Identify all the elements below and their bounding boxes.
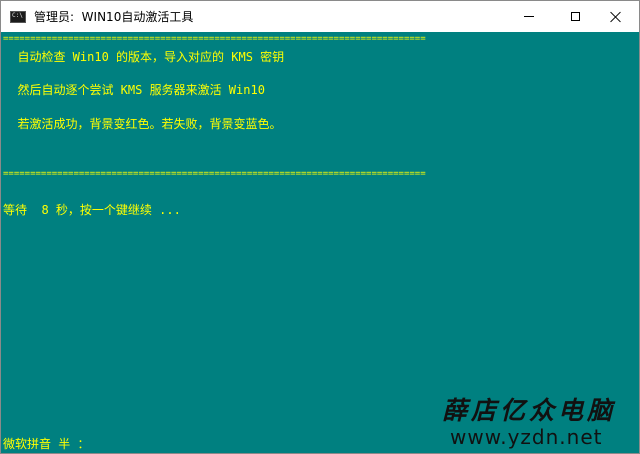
close-icon xyxy=(610,11,622,23)
close-button[interactable] xyxy=(593,1,639,32)
watermark-name: 薛店亿众电脑 xyxy=(442,396,617,425)
maximize-icon xyxy=(570,12,580,21)
separator-line-top: ========================================… xyxy=(3,34,426,44)
window-title: 管理员: WIN10自动激活工具 xyxy=(34,10,194,24)
wait-prompt: 等待 8 秒，按一个键继续 ... xyxy=(3,203,181,217)
command-prompt-icon[interactable] xyxy=(10,10,26,23)
watermark-url: www.yzdn.net xyxy=(450,425,603,449)
maximize-button[interactable] xyxy=(552,1,598,32)
minimize-icon xyxy=(524,16,534,17)
console-output[interactable]: ========================================… xyxy=(1,32,639,453)
console-line-1: 自动检查 Win10 的版本，导入对应的 KMS 密钥 xyxy=(3,50,285,64)
separator-line-bottom: ========================================… xyxy=(3,169,426,179)
console-line-2: 然后自动逐个尝试 KMS 服务器来激活 Win10 xyxy=(3,83,265,97)
minimize-button[interactable] xyxy=(506,1,552,32)
console-line-3: 若激活成功，背景变红色。若失败，背景变蓝色。 xyxy=(3,117,282,131)
ime-status: 微软拼音 半 ： xyxy=(3,437,90,451)
console-window: 管理员: WIN10自动激活工具 =======================… xyxy=(0,0,640,454)
title-bar[interactable]: 管理员: WIN10自动激活工具 xyxy=(1,1,639,32)
